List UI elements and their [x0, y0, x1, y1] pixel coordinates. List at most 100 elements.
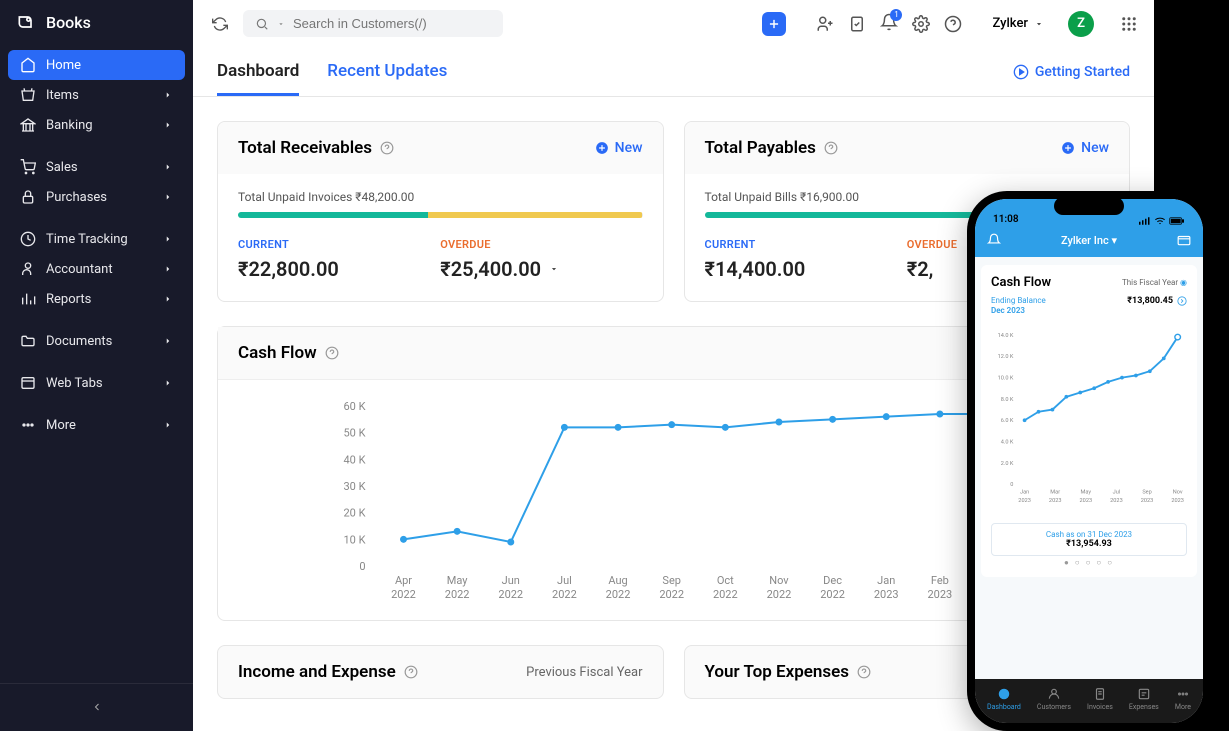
chevron-right-icon — [163, 264, 173, 274]
help-icon[interactable] — [944, 15, 962, 33]
phone-tab-invoices[interactable]: Invoices — [1087, 687, 1113, 711]
phone-balance: ₹13,800.45 — [1127, 296, 1173, 306]
search-input[interactable] — [293, 16, 491, 31]
sidebar-item-label: Home — [46, 58, 81, 73]
phone-tab-icon — [1137, 687, 1151, 701]
plus-circle-icon — [595, 141, 609, 155]
svg-text:10 K: 10 K — [344, 533, 366, 546]
svg-text:May: May — [447, 574, 469, 587]
svg-text:2023: 2023 — [1080, 498, 1093, 504]
phone-header: Zylker Inc ▾ — [975, 227, 1203, 257]
tab-dashboard[interactable]: Dashboard — [217, 47, 299, 96]
nav: Home ItemsBanking SalesPurchases Time Track… — [0, 44, 193, 683]
apps-grid-icon[interactable] — [1120, 15, 1138, 33]
info-icon[interactable] — [404, 665, 418, 679]
brand[interactable]: Books — [0, 0, 193, 44]
add-button[interactable] — [762, 12, 786, 36]
svg-text:2023: 2023 — [927, 588, 952, 601]
svg-text:60 K: 60 K — [344, 400, 366, 413]
svg-text:2023: 2023 — [1141, 498, 1154, 504]
sidebar-item-label: Reports — [46, 292, 91, 307]
sidebar-item-banking[interactable]: Banking — [8, 110, 185, 140]
play-circle-icon — [1013, 64, 1029, 80]
svg-text:10.0 K: 10.0 K — [998, 375, 1014, 381]
receivables-current-value: ₹22,800.00 — [238, 257, 440, 281]
bank-icon — [20, 117, 36, 133]
topbar: 1 Zylker Z — [193, 0, 1154, 47]
chevron-down-icon — [1034, 19, 1044, 29]
svg-text:2023: 2023 — [1110, 498, 1123, 504]
notifications-button[interactable]: 1 — [880, 13, 898, 35]
chevron-right-icon — [163, 294, 173, 304]
plus-icon — [767, 17, 781, 31]
payables-new-button[interactable]: New — [1061, 140, 1109, 156]
info-icon[interactable] — [857, 665, 871, 679]
info-icon[interactable] — [325, 346, 339, 360]
clock-icon — [20, 231, 36, 247]
svg-text:12.0 K: 12.0 K — [998, 354, 1014, 360]
receivables-overdue-value[interactable]: ₹25,400.00 — [440, 257, 642, 281]
svg-text:2022: 2022 — [767, 588, 792, 601]
getting-started-label: Getting Started — [1035, 64, 1130, 80]
sidebar-item-purchases[interactable]: Purchases — [8, 182, 185, 212]
receivables-current-label: CURRENT — [238, 238, 440, 251]
chevron-right-icon — [163, 420, 173, 430]
svg-text:Feb: Feb — [931, 574, 949, 587]
info-icon[interactable] — [380, 141, 394, 155]
refer-icon[interactable] — [816, 15, 834, 33]
svg-text:2.0 K: 2.0 K — [1001, 461, 1014, 467]
svg-text:Oct: Oct — [717, 574, 734, 587]
svg-text:Aug: Aug — [608, 574, 627, 587]
home-icon — [20, 57, 36, 73]
sidebar-item-reports[interactable]: Reports — [8, 284, 185, 314]
svg-text:2023: 2023 — [1018, 498, 1031, 504]
avatar[interactable]: Z — [1068, 11, 1094, 37]
income-expense-card: Income and Expense Previous Fiscal Year — [217, 645, 664, 699]
receivables-progress — [238, 212, 643, 218]
income-expense-fiscal[interactable]: Previous Fiscal Year — [526, 665, 642, 680]
svg-text:Mar: Mar — [1050, 489, 1060, 495]
phone-tab-customers[interactable]: Customers — [1037, 687, 1071, 711]
sidebar-item-items[interactable]: Items — [8, 80, 185, 110]
receivables-overdue-label: OVERDUE — [440, 238, 642, 251]
svg-text:Jan: Jan — [1020, 489, 1029, 495]
payables-current-value: ₹14,400.00 — [705, 257, 907, 281]
phone-tab-more[interactable]: More — [1175, 687, 1191, 711]
phone-tab-dashboard[interactable]: Dashboard — [987, 687, 1021, 711]
refresh-button[interactable] — [209, 13, 231, 35]
org-switcher[interactable]: Zylker — [992, 16, 1044, 31]
sidebar-item-more[interactable]: More — [8, 410, 185, 440]
plus-circle-icon — [1061, 141, 1075, 155]
sidebar-item-time-tracking[interactable]: Time Tracking — [8, 224, 185, 254]
sidebar-item-documents[interactable]: Documents — [8, 326, 185, 356]
search-icon — [255, 17, 269, 31]
phone-tab-icon — [1176, 687, 1190, 701]
sidebar-item-sales[interactable]: Sales — [8, 152, 185, 182]
wallet-icon[interactable] — [1177, 233, 1191, 247]
folder-icon — [20, 333, 36, 349]
svg-text:2022: 2022 — [498, 588, 523, 601]
getting-started-link[interactable]: Getting Started — [1013, 64, 1130, 80]
clipboard-icon[interactable] — [848, 15, 866, 33]
tab-recent-updates[interactable]: Recent Updates — [327, 47, 447, 96]
svg-text:20 K: 20 K — [344, 507, 366, 520]
svg-text:Sep: Sep — [662, 574, 681, 587]
search-box[interactable] — [243, 10, 503, 37]
sidebar-item-web-tabs[interactable]: Web Tabs — [8, 368, 185, 398]
gear-icon[interactable] — [912, 15, 930, 33]
info-icon[interactable] — [824, 141, 838, 155]
sidebar-collapse[interactable] — [0, 683, 193, 731]
svg-text:4.0 K: 4.0 K — [1001, 439, 1014, 445]
cart-icon — [20, 159, 36, 175]
phone-tab-expenses[interactable]: Expenses — [1129, 687, 1159, 711]
phone-fiscal[interactable]: This Fiscal Year ◉ — [1122, 278, 1187, 287]
chevron-right-circle-icon[interactable] — [1177, 296, 1187, 306]
receivables-new-button[interactable]: New — [595, 140, 643, 156]
bell-icon[interactable] — [987, 233, 1001, 247]
sidebar-item-label: More — [46, 418, 76, 433]
svg-text:2022: 2022 — [391, 588, 416, 601]
bag-icon — [20, 87, 36, 103]
sidebar-item-accountant[interactable]: Accountant — [8, 254, 185, 284]
svg-text:Dec: Dec — [823, 574, 842, 587]
sidebar-item-home[interactable]: Home — [8, 50, 185, 80]
